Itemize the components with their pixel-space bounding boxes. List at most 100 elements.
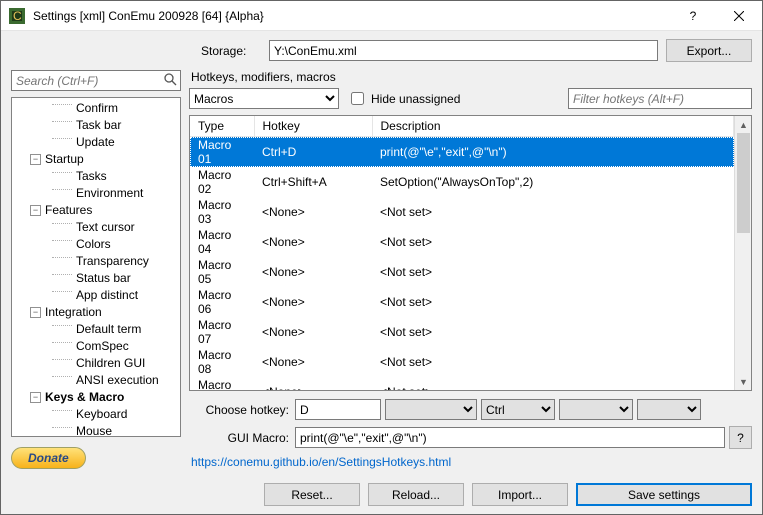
vertical-scrollbar[interactable]: ▲ ▼ [734,116,751,390]
table-row[interactable]: Macro 08<None><Not set> [190,347,734,377]
gui-macro-help-button[interactable]: ? [729,426,752,449]
cell-hotkey: <None> [254,287,372,317]
tree-item[interactable]: ComSpec [12,338,180,355]
tree-search-wrap [11,70,181,91]
collapse-icon[interactable]: − [30,392,41,403]
modifier-4-select[interactable] [637,399,701,420]
table-row[interactable]: Macro 02Ctrl+Shift+ASetOption("AlwaysOnT… [190,167,734,197]
reset-button[interactable]: Reset... [264,483,360,506]
cell-hotkey: <None> [254,347,372,377]
import-button[interactable]: Import... [472,483,568,506]
scroll-up-icon[interactable]: ▲ [735,116,752,133]
group-title: Hotkeys, modifiers, macros [191,70,752,84]
tree-item[interactable]: Transparency [12,253,180,270]
tree-item[interactable]: ANSI execution [12,372,180,389]
cell-hotkey: <None> [254,197,372,227]
cell-type: Macro 02 [190,167,254,197]
modifier-2-select[interactable]: Ctrl [481,399,555,420]
table-row[interactable]: Macro 01Ctrl+Dprint(@"\e","exit",@"\n") [190,137,734,168]
save-settings-button[interactable]: Save settings [576,483,752,506]
storage-input[interactable] [269,40,658,61]
cell-hotkey: <None> [254,257,372,287]
export-button[interactable]: Export... [666,39,752,62]
tree-item[interactable]: Text cursor [12,219,180,236]
scroll-down-icon[interactable]: ▼ [735,373,752,390]
filter-hotkeys-input[interactable] [568,88,752,109]
gui-macro-input[interactable] [295,427,725,448]
hide-unassigned-label[interactable]: Hide unassigned [347,89,460,108]
tree-item-label: App distinct [76,287,138,304]
gui-macro-label: GUI Macro: [189,431,289,445]
reload-button[interactable]: Reload... [368,483,464,506]
choose-hotkey-label: Choose hotkey: [189,403,289,417]
tree-item[interactable]: Children GUI [12,355,180,372]
donate-button[interactable]: Donate [11,447,86,469]
right-pane: Hotkeys, modifiers, macros Macros Hide u… [189,70,752,469]
search-icon [163,72,177,89]
table-row[interactable]: Macro 05<None><Not set> [190,257,734,287]
table-row[interactable]: Macro 03<None><Not set> [190,197,734,227]
tree-item[interactable]: Confirm [12,100,180,117]
col-type[interactable]: Type [190,116,254,137]
modifier-1-select[interactable] [385,399,477,420]
tree-item-label: Features [45,202,92,219]
collapse-icon[interactable]: − [30,307,41,318]
tree-connector [52,172,72,173]
tree-item[interactable]: −Features [12,202,180,219]
tree-connector [52,189,72,190]
tree-item[interactable]: −Integration [12,304,180,321]
modifier-3-select[interactable] [559,399,633,420]
cell-desc: SetOption("AlwaysOnTop",2) [372,167,734,197]
cell-desc: <Not set> [372,377,734,390]
tree-item-label: Transparency [76,253,149,270]
table-row[interactable]: Macro 07<None><Not set> [190,317,734,347]
tree-search-input[interactable] [11,70,181,91]
table-row[interactable]: Macro 04<None><Not set> [190,227,734,257]
svg-text:C: C [13,9,22,23]
scroll-thumb[interactable] [737,133,750,233]
tree-item[interactable]: Status bar [12,270,180,287]
collapse-icon[interactable]: − [30,205,41,216]
bottom-button-row: Reset... Reload... Import... Save settin… [1,475,762,514]
tree-item[interactable]: −Startup [12,151,180,168]
tree-item[interactable]: Default term [12,321,180,338]
tree-item[interactable]: Keyboard [12,406,180,423]
tree-connector [52,240,72,241]
tree-item[interactable]: Environment [12,185,180,202]
tree-item-label: Tasks [76,168,107,185]
cell-type: Macro 07 [190,317,254,347]
table-row[interactable]: Macro 09<None><Not set> [190,377,734,390]
tree-item[interactable]: −Keys & Macro [12,389,180,406]
help-button[interactable]: ? [670,1,716,31]
cell-desc: <Not set> [372,257,734,287]
col-desc[interactable]: Description [372,116,734,137]
tree-item-label: Default term [76,321,141,338]
tree-item-label: Task bar [76,117,121,134]
close-button[interactable] [716,1,762,31]
tree-item[interactable]: Task bar [12,117,180,134]
collapse-icon[interactable]: − [30,154,41,165]
tree-item[interactable]: Mouse [12,423,180,437]
tree-item[interactable]: Update [12,134,180,151]
tree-item-label: Colors [76,236,111,253]
tree-connector [52,427,72,428]
cell-type: Macro 05 [190,257,254,287]
category-select[interactable]: Macros [189,88,339,109]
tree-item-label: Startup [45,151,84,168]
hotkey-table[interactable]: Type Hotkey Description Macro 01Ctrl+Dpr… [190,116,734,390]
storage-row: Storage: Export... [1,31,762,70]
col-hotkey[interactable]: Hotkey [254,116,372,137]
tree-item[interactable]: Colors [12,236,180,253]
cell-desc: <Not set> [372,347,734,377]
settings-tree[interactable]: ConfirmTask barUpdate−StartupTasksEnviro… [11,97,181,437]
tree-item-label: Confirm [76,100,118,117]
cell-hotkey: Ctrl+Shift+A [254,167,372,197]
table-row[interactable]: Macro 06<None><Not set> [190,287,734,317]
tree-item[interactable]: App distinct [12,287,180,304]
tree-connector [52,138,72,139]
docs-link[interactable]: https://conemu.github.io/en/SettingsHotk… [191,455,752,469]
tree-item[interactable]: Tasks [12,168,180,185]
hotkey-key-input[interactable] [295,399,381,420]
hide-unassigned-checkbox[interactable] [351,92,364,105]
tree-connector [52,325,72,326]
